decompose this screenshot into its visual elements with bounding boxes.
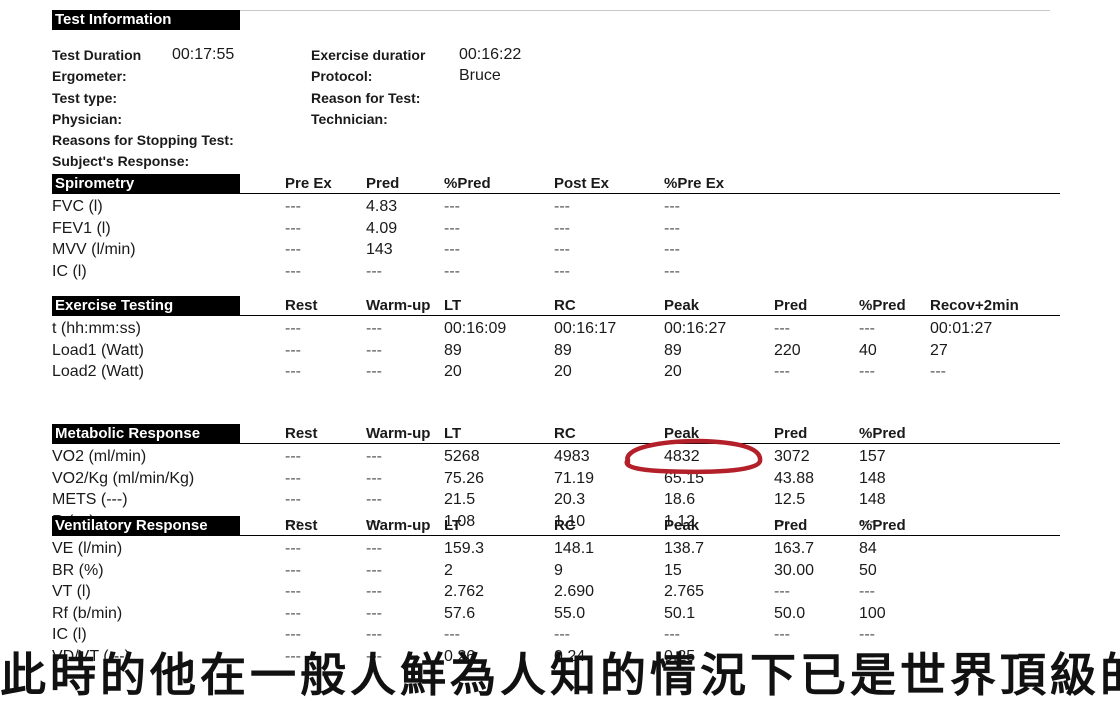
hand-drawn-circle-annotation xyxy=(624,438,763,475)
annotation-layer xyxy=(624,438,763,475)
caption-subtitle: 此時的他在一般人鮮為人知的情況下已是世界頂級的自行車選手 xyxy=(0,648,1120,702)
cpet-report: Test Information Test Duration 00:17:55 … xyxy=(0,0,1120,702)
